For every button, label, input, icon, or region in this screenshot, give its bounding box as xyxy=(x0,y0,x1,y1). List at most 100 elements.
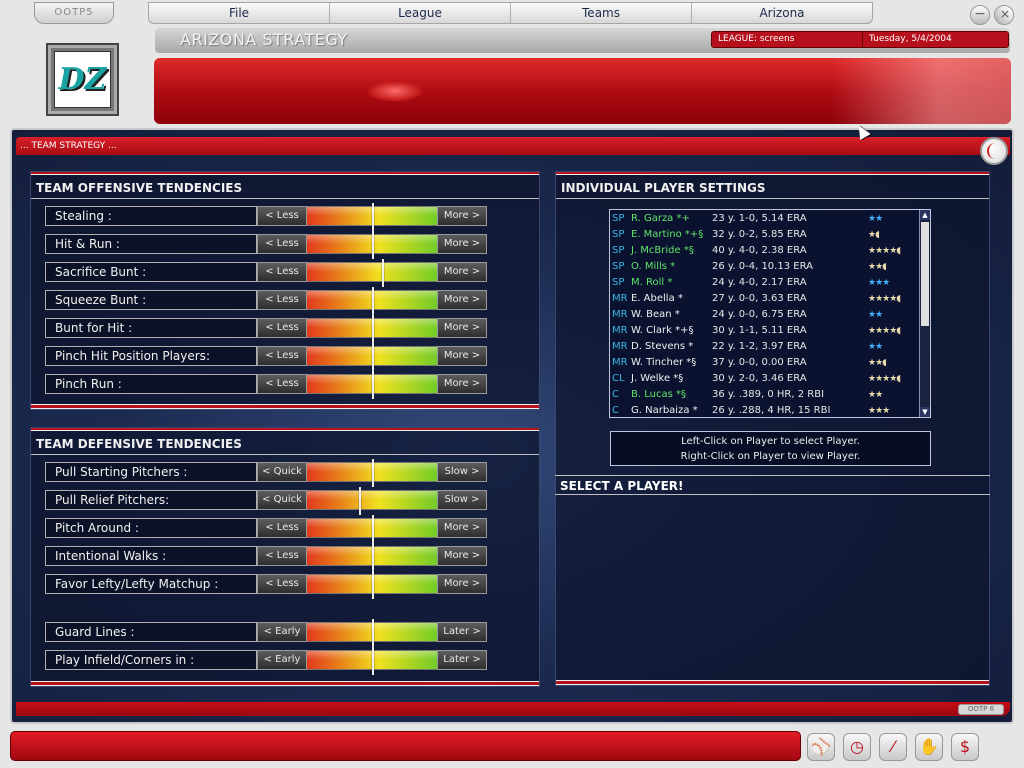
increase-button[interactable]: More > xyxy=(437,262,487,282)
player-stats: 36 y. .389, 0 HR, 2 RBI xyxy=(712,389,825,400)
decrease-button[interactable]: < Early xyxy=(257,650,307,670)
tendency-row-pull-starting-pitchers: Pull Starting Pitchers : < Quick Slow > xyxy=(45,459,487,487)
tendency-slider[interactable] xyxy=(307,231,437,259)
glove-icon[interactable]: ✋ xyxy=(915,733,943,761)
slider-thumb[interactable] xyxy=(372,459,374,487)
slider-thumb[interactable] xyxy=(372,231,374,259)
decrease-button[interactable]: < Less xyxy=(257,546,307,566)
decrease-button[interactable]: < Less xyxy=(257,374,307,394)
player-list-scrollbar[interactable]: ▲ ▼ xyxy=(919,210,930,417)
slider-thumb[interactable] xyxy=(372,571,374,599)
decrease-button[interactable]: < Less xyxy=(257,346,307,366)
close-icon[interactable]: + xyxy=(989,0,1019,30)
player-row[interactable]: SP E. Martino *+§ 32 y. 0-2, 5.85 ERA ★◖ xyxy=(610,227,922,243)
slider-thumb[interactable] xyxy=(372,203,374,231)
decrease-button[interactable]: < Less xyxy=(257,574,307,594)
player-name: M. Roll * xyxy=(631,277,673,288)
menu-league[interactable]: League xyxy=(330,3,511,23)
tendency-slider[interactable] xyxy=(307,515,437,543)
player-row[interactable]: C G. Narbaiza * 26 y. .288, 4 HR, 15 RBI ★★… xyxy=(610,403,922,419)
player-row[interactable]: SP J. McBride *§ 40 y. 4-0, 2.38 ERA ★★★★◖ xyxy=(610,243,922,259)
player-name: J. McBride *§ xyxy=(631,245,694,256)
player-name: D. Stevens * xyxy=(631,341,694,352)
player-row[interactable]: SP O. Mills * 26 y. 0-4, 10.13 ERA ★★◖ xyxy=(610,259,922,275)
decrease-button[interactable]: < Less xyxy=(257,290,307,310)
slider-thumb[interactable] xyxy=(372,343,374,371)
tendency-slider[interactable] xyxy=(307,371,437,399)
strategy-bar-label: ... TEAM STRATEGY ... xyxy=(20,141,117,151)
slider-thumb[interactable] xyxy=(372,371,374,399)
finance-icon[interactable]: $ xyxy=(951,733,979,761)
decrease-button[interactable]: < Quick xyxy=(257,462,307,482)
player-row[interactable]: SP R. Garza *+ 23 y. 1-0, 5.14 ERA ★★ xyxy=(610,211,922,227)
tendency-slider[interactable] xyxy=(307,647,437,675)
increase-button[interactable]: More > xyxy=(437,290,487,310)
tendency-slider[interactable] xyxy=(307,619,437,647)
slider-thumb[interactable] xyxy=(359,487,361,515)
player-row[interactable]: MR W. Clark *+§ 30 y. 1-1, 5.11 ERA ★★★★◖ xyxy=(610,323,922,339)
player-row[interactable]: MR W. Bean * 24 y. 0-0, 6.75 ERA ★★ xyxy=(610,307,922,323)
menu-teams[interactable]: Teams xyxy=(511,3,692,23)
menu-arizona[interactable]: Arizona xyxy=(692,3,872,23)
increase-button[interactable]: Slow > xyxy=(437,490,487,510)
tendency-label: Sacrifice Bunt : xyxy=(45,262,257,282)
player-row[interactable]: MR W. Tincher *§ 37 y. 0-0, 0.00 ERA ★★◖ xyxy=(610,355,922,371)
scroll-down-icon[interactable]: ▼ xyxy=(920,407,930,417)
decrease-button[interactable]: < Less xyxy=(257,234,307,254)
tendency-label: Pitch Around : xyxy=(45,518,257,538)
decrease-button[interactable]: < Early xyxy=(257,622,307,642)
increase-button[interactable]: More > xyxy=(437,318,487,338)
increase-button[interactable]: More > xyxy=(437,374,487,394)
tendency-row-bunt-for-hit: Bunt for Hit : < Less More > xyxy=(45,315,487,343)
increase-button[interactable]: More > xyxy=(437,518,487,538)
menu-file[interactable]: File xyxy=(149,3,330,23)
increase-button[interactable]: Later > xyxy=(437,650,487,670)
player-icon[interactable]: ⚾ xyxy=(807,733,835,761)
player-row[interactable]: MR E. Abella * 27 y. 0-0, 3.63 ERA ★★★★◖ xyxy=(610,291,922,307)
tendency-slider[interactable] xyxy=(307,259,437,287)
player-name: G. Narbaiza * xyxy=(631,405,698,416)
increase-button[interactable]: More > xyxy=(437,346,487,366)
slider-thumb[interactable] xyxy=(372,647,374,675)
increase-button[interactable]: More > xyxy=(437,546,487,566)
tendency-slider[interactable] xyxy=(307,459,437,487)
decrease-button[interactable]: < Less xyxy=(257,318,307,338)
slider-thumb[interactable] xyxy=(372,287,374,315)
decrease-button[interactable]: < Less xyxy=(257,262,307,282)
increase-button[interactable]: Later > xyxy=(437,622,487,642)
tendency-slider[interactable] xyxy=(307,543,437,571)
player-position: SP xyxy=(612,229,625,240)
player-row[interactable]: CL J. Welke *§ 30 y. 2-0, 3.46 ERA ★★★★◖ xyxy=(610,371,922,387)
increase-button[interactable]: More > xyxy=(437,234,487,254)
slider-thumb[interactable] xyxy=(382,259,384,287)
minimize-icon[interactable]: − xyxy=(970,5,990,25)
increase-button[interactable]: Slow > xyxy=(437,462,487,482)
slider-thumb[interactable] xyxy=(372,619,374,647)
decrease-button[interactable]: < Quick xyxy=(257,490,307,510)
player-list[interactable]: SP R. Garza *+ 23 y. 1-0, 5.14 ERA ★★ SP E. M… xyxy=(609,209,931,418)
player-row[interactable]: C B. Lucas *§ 36 y. .389, 0 HR, 2 RBI ★★ xyxy=(610,387,922,403)
player-row[interactable]: MR D. Stevens * 22 y. 1-2, 3.97 ERA ★★ xyxy=(610,339,922,355)
defensive-tendencies-title: TEAM DEFENSIVE TENDENCIES xyxy=(31,431,539,455)
tendency-slider[interactable] xyxy=(307,203,437,231)
player-row[interactable]: SP M. Roll * 24 y. 4-0, 2.17 ERA ★★★ xyxy=(610,275,922,291)
tendency-slider[interactable] xyxy=(307,487,437,515)
tendency-slider[interactable] xyxy=(307,287,437,315)
decrease-button[interactable]: < Less xyxy=(257,206,307,226)
tendency-slider[interactable] xyxy=(307,343,437,371)
tendency-slider[interactable] xyxy=(307,571,437,599)
scroll-up-icon[interactable]: ▲ xyxy=(920,210,930,220)
player-stats: 30 y. 1-1, 5.11 ERA xyxy=(712,325,807,336)
slider-thumb[interactable] xyxy=(372,543,374,571)
panel-bottom-stripe xyxy=(556,680,989,685)
scroll-thumb[interactable] xyxy=(921,222,929,326)
increase-button[interactable]: More > xyxy=(437,206,487,226)
slider-thumb[interactable] xyxy=(372,315,374,343)
bat-icon[interactable]: ⁄ xyxy=(879,733,907,761)
tendency-slider[interactable] xyxy=(307,315,437,343)
ootp-tab[interactable]: OOTP5 xyxy=(34,2,114,24)
decrease-button[interactable]: < Less xyxy=(257,518,307,538)
schedule-icon[interactable]: ◷ xyxy=(843,733,871,761)
increase-button[interactable]: More > xyxy=(437,574,487,594)
slider-thumb[interactable] xyxy=(372,515,374,543)
